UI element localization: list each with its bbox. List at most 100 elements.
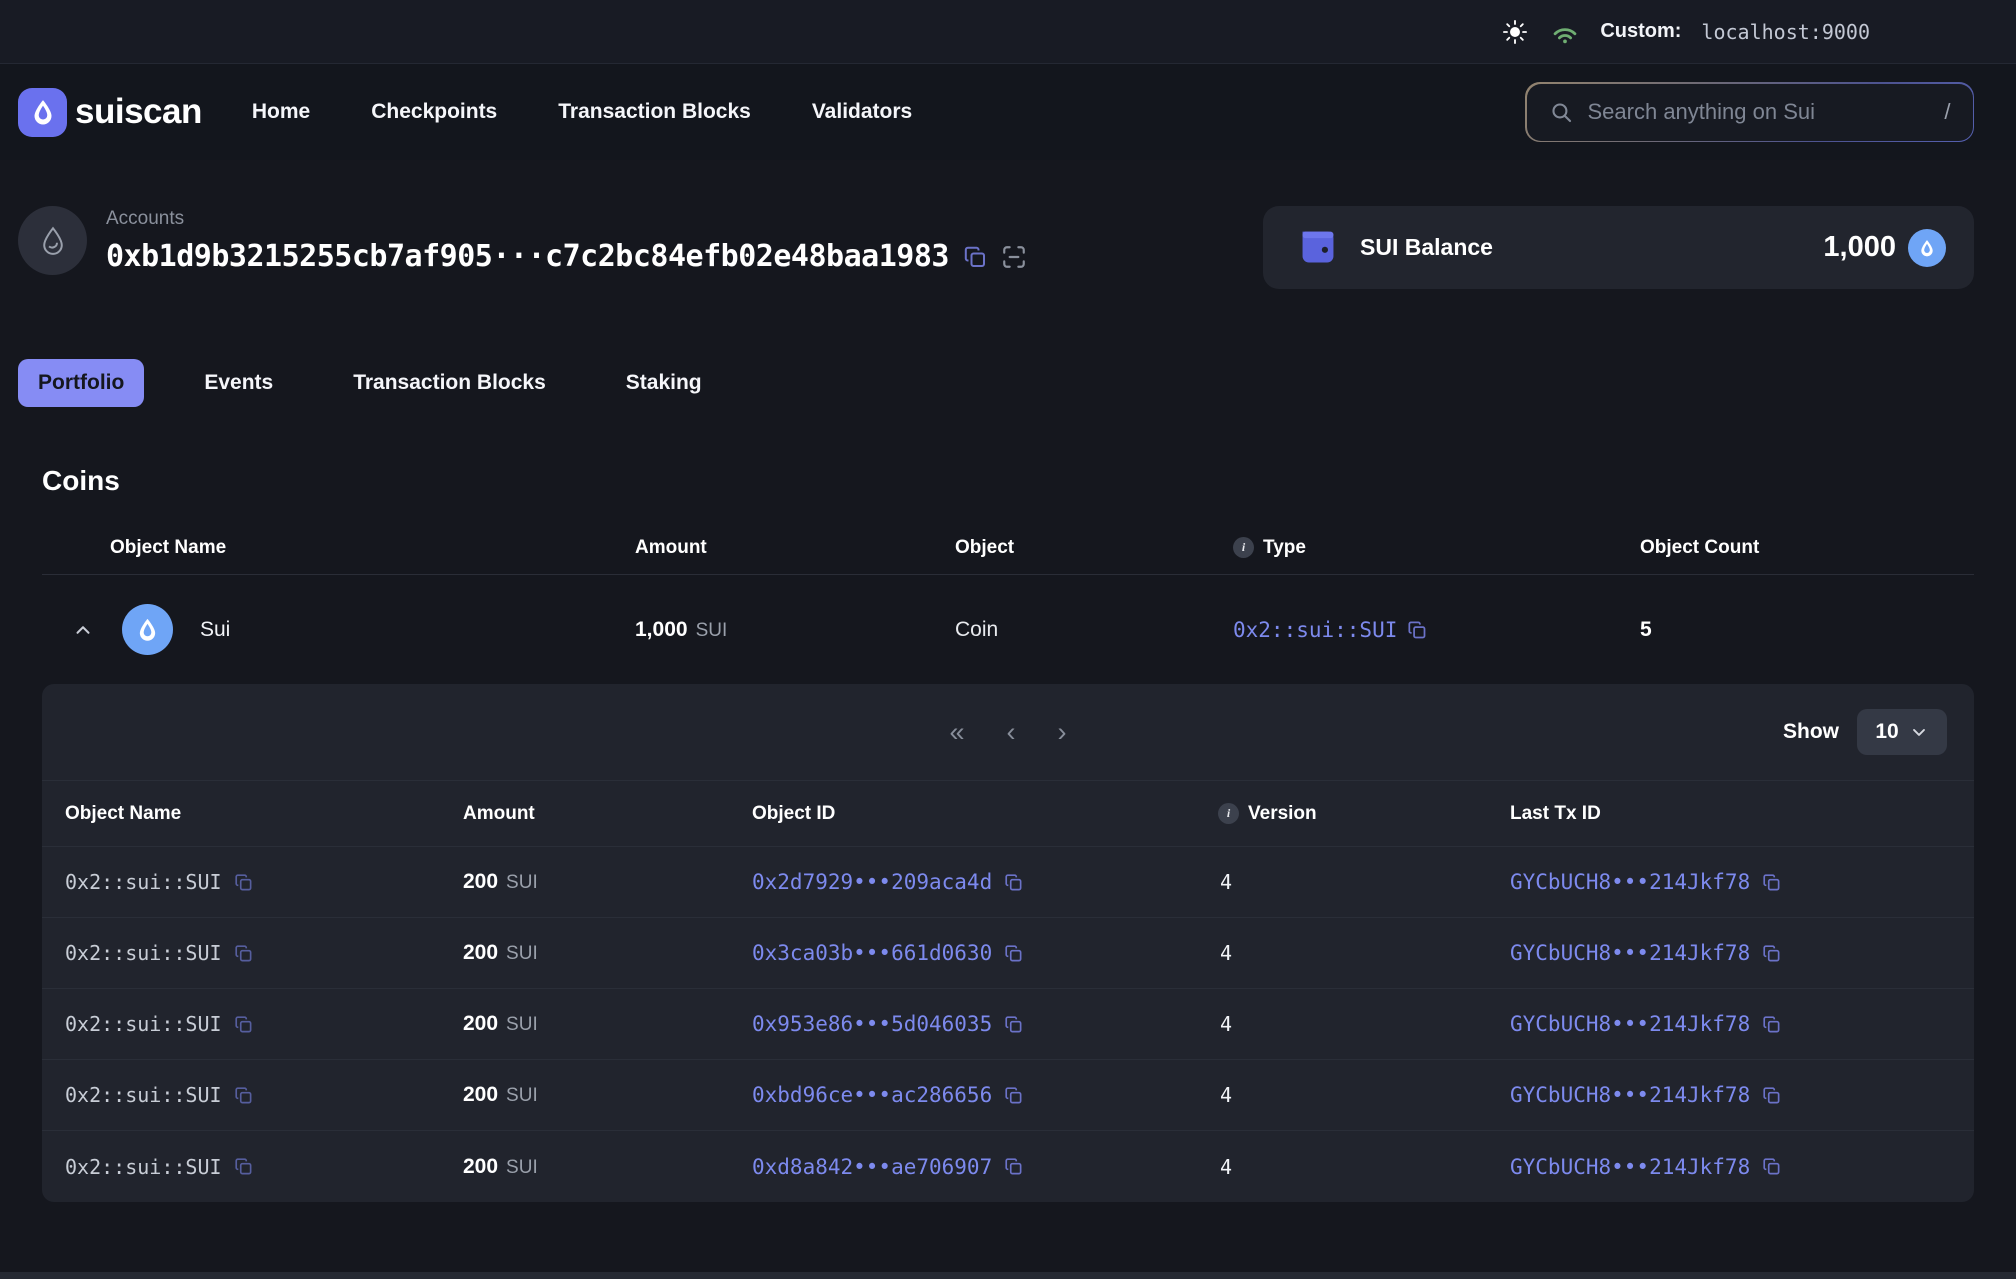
footer-edge [0,1272,2016,1279]
tab-events[interactable]: Events [184,359,293,407]
object-type: 0x2::sui::SUI [65,1012,222,1036]
tab-staking[interactable]: Staking [606,359,722,407]
copy-object-id-button[interactable] [1004,944,1023,963]
copy-last-tx-button[interactable] [1762,944,1781,963]
tab-transaction-blocks[interactable]: Transaction Blocks [333,359,566,407]
breadcrumb: Accounts [106,208,1027,230]
sun-icon [1502,19,1528,45]
page-size-value: 10 [1875,720,1898,744]
col-object-name: Object Name [42,537,635,559]
main-nav-bar: suiscan Home Checkpoints Transaction Blo… [0,64,2016,160]
col-amount: Amount [463,803,752,825]
copy-object-type-button[interactable] [234,1086,253,1105]
search-box[interactable]: Search anything on Sui / [1525,82,1974,142]
version-info-icon[interactable]: i [1218,803,1239,824]
nav-item-home[interactable]: Home [252,100,310,124]
object-amount: 200 [463,1083,498,1106]
last-tx-link[interactable]: GYCbUCH8•••214Jkf78 [1510,941,1750,965]
copy-object-type-button[interactable] [234,944,253,963]
network-status-button[interactable] [1550,17,1580,47]
object-version: 4 [1218,941,1510,965]
first-page-button[interactable]: « [949,719,964,746]
object-amount: 200 [463,870,498,893]
object-row: 0x2::sui::SUI 200SUI 0x953e86•••5d046035… [42,989,1974,1060]
nav-item-checkpoints[interactable]: Checkpoints [371,100,497,124]
account-address: 0xb1d9b3215255cb7af905···c7c2bc84efb02e4… [106,239,949,274]
last-tx-link[interactable]: GYCbUCH8•••214Jkf78 [1510,870,1750,894]
copy-last-tx-button[interactable] [1762,1086,1781,1105]
object-type: 0x2::sui::SUI [65,1083,222,1107]
col-object: Object [955,537,1233,559]
account-tabs: Portfolio Events Transaction Blocks Stak… [0,359,2016,407]
object-id-link[interactable]: 0x3ca03b•••661d0630 [752,941,992,965]
col-amount: Amount [635,537,955,559]
nav-item-validators[interactable]: Validators [812,100,912,124]
copy-object-type-button[interactable] [234,1015,253,1034]
object-amount: 200 [463,941,498,964]
object-id-link[interactable]: 0xbd96ce•••ac286656 [752,1083,992,1107]
type-info-icon[interactable]: i [1233,537,1254,558]
last-tx-link[interactable]: GYCbUCH8•••214Jkf78 [1510,1083,1750,1107]
wallet-icon [1296,228,1340,268]
col-object-name: Object Name [42,803,463,825]
brand-logo-link[interactable]: suiscan [18,88,202,137]
coin-object-count: 5 [1640,618,1974,642]
copy-object-id-button[interactable] [1004,873,1023,892]
network-signal-icon [1551,18,1579,46]
coins-section-title: Coins [42,465,1974,497]
prev-page-button[interactable]: ‹ [1007,719,1016,746]
object-id-link[interactable]: 0xd8a842•••ae706907 [752,1155,992,1179]
next-page-button[interactable]: › [1058,719,1067,746]
copy-object-id-button[interactable] [1004,1015,1023,1034]
coin-name: Sui [200,618,230,642]
col-version: Version [1248,803,1317,825]
copy-last-tx-button[interactable] [1762,1015,1781,1034]
tab-portfolio[interactable]: Portfolio [18,359,144,407]
coin-type-link[interactable]: 0x2::sui::SUI [1233,618,1397,642]
theme-toggle-button[interactable] [1500,17,1530,47]
object-amount-unit: SUI [506,1157,538,1178]
object-version: 4 [1218,1083,1510,1107]
sui-balance-label: SUI Balance [1360,234,1493,261]
object-version: 4 [1218,1155,1510,1179]
object-amount-unit: SUI [506,1085,538,1106]
droplet-icon [36,224,70,258]
coin-amount: 1,000 [635,618,688,641]
copy-last-tx-button[interactable] [1762,1157,1781,1176]
search-shortcut-hint: / [1944,99,1950,125]
objects-table-header: Object Name Amount Object ID i Version L… [42,781,1974,847]
qr-expand-button[interactable] [1001,244,1027,270]
coins-table-header: Object Name Amount Object i Type Object … [42,521,1974,575]
col-object-count: Object Count [1640,537,1974,559]
chevron-down-icon [1909,722,1929,742]
search-icon [1549,100,1574,125]
last-tx-link[interactable]: GYCbUCH8•••214Jkf78 [1510,1155,1750,1179]
object-row: 0x2::sui::SUI 200SUI 0xd8a842•••ae706907… [42,1131,1974,1202]
object-row: 0x2::sui::SUI 200SUI 0x3ca03b•••661d0630… [42,918,1974,989]
page-size-select[interactable]: 10 [1857,709,1947,755]
object-id-link[interactable]: 0x2d7929•••209aca4d [752,870,992,894]
collapse-row-button[interactable] [70,617,96,643]
copy-object-type-button[interactable] [234,1157,253,1176]
copy-object-id-button[interactable] [1004,1157,1023,1176]
search-input[interactable]: Search anything on Sui [1588,99,1931,125]
copy-type-button[interactable] [1407,620,1427,640]
network-custom-label: Custom: [1600,20,1681,43]
brand-name: suiscan [75,92,202,132]
object-type: 0x2::sui::SUI [65,870,222,894]
copy-address-button[interactable] [963,245,987,269]
nav-item-transaction-blocks[interactable]: Transaction Blocks [558,100,751,124]
coin-object-kind: Coin [955,618,1233,642]
last-tx-link[interactable]: GYCbUCH8•••214Jkf78 [1510,1012,1750,1036]
object-id-link[interactable]: 0x953e86•••5d046035 [752,1012,992,1036]
object-version: 4 [1218,870,1510,894]
scan-icon [1001,244,1027,270]
coin-amount-unit: SUI [696,620,728,641]
sui-balance-card: SUI Balance 1,000 [1263,206,1974,289]
copy-object-id-button[interactable] [1004,1086,1023,1105]
object-amount-unit: SUI [506,872,538,893]
copy-object-type-button[interactable] [234,873,253,892]
copy-icon [963,245,987,269]
copy-last-tx-button[interactable] [1762,873,1781,892]
copy-icon [1407,620,1427,640]
